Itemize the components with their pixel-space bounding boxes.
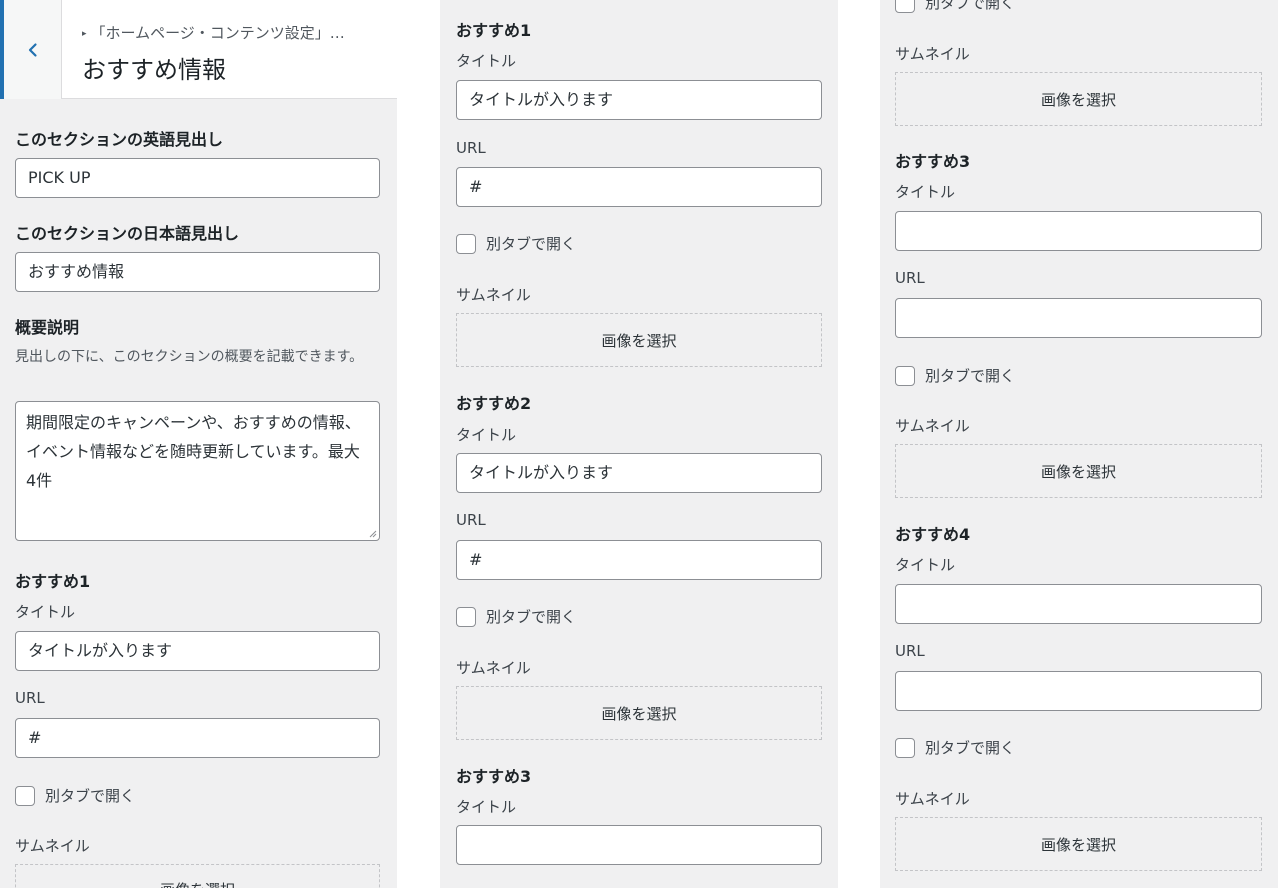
en-heading-label: このセクションの英語見出し	[15, 130, 224, 149]
item3-select-image-button[interactable]: 画像を選択	[895, 444, 1262, 498]
item4-url-label: URL	[895, 642, 925, 660]
en-heading-input[interactable]: PICK UP	[15, 158, 380, 198]
item1-url-input[interactable]: #	[456, 167, 822, 207]
item1-url-label: URL	[456, 139, 486, 157]
item1-select-image-button[interactable]: 画像を選択	[15, 864, 380, 888]
item2-thumbnail-label: サムネイル	[895, 45, 970, 63]
item4-select-image-button[interactable]: 画像を選択	[895, 817, 1262, 871]
item1-title-input[interactable]: タイトルが入ります	[456, 80, 822, 120]
back-button[interactable]	[0, 0, 62, 99]
item3-title-label: タイトル	[456, 798, 517, 816]
item3-url-label: URL	[895, 269, 925, 287]
section-header: ▸ 「ホームページ・コンテンツ設定」… おすすめ情報	[0, 0, 397, 99]
summary-textarea[interactable]: 期間限定のキャンペーンや、おすすめの情報、イベント情報などを随時更新しています。…	[15, 401, 380, 541]
item2-select-image-button[interactable]: 画像を選択	[456, 686, 822, 740]
item2-select-image-button[interactable]: 画像を選択	[895, 72, 1262, 126]
item2-new-tab-row[interactable]: 別タブで開く	[456, 606, 576, 627]
item2-new-tab-label: 別タブで開く	[925, 0, 1016, 12]
chevron-left-icon	[28, 42, 37, 57]
item1-new-tab-row[interactable]: 別タブで開く	[456, 233, 576, 254]
item4-title-label: タイトル	[895, 556, 956, 574]
item3-title-input[interactable]	[456, 825, 822, 865]
item1-new-tab-checkbox[interactable]	[456, 233, 476, 254]
item1-url-input[interactable]: #	[15, 718, 380, 758]
item2-thumbnail-label: サムネイル	[456, 659, 531, 677]
section-title: おすすめ情報	[82, 56, 226, 84]
item1-url-label: URL	[15, 689, 45, 707]
item2-url-label: URL	[456, 511, 486, 529]
item1-title-label: タイトル	[456, 52, 517, 70]
item2-title-input[interactable]: タイトルが入ります	[456, 453, 822, 493]
item2-new-tab-checkbox[interactable]	[895, 0, 915, 13]
item1-thumbnail-label: サムネイル	[456, 286, 531, 304]
item2-title-label: タイトル	[456, 426, 517, 444]
summary-help-text: 見出しの下に、このセクションの概要を記載できます。	[15, 349, 364, 365]
triangle-right-icon: ▸	[82, 29, 87, 39]
item3-heading: おすすめ3	[456, 767, 532, 786]
item1-new-tab-label: 別タブで開く	[486, 235, 577, 253]
summary-textarea-value: 期間限定のキャンペーンや、おすすめの情報、イベント情報などを随時更新しています。…	[26, 413, 361, 490]
item2-url-input[interactable]: #	[456, 540, 822, 580]
item3-title-input[interactable]	[895, 211, 1262, 251]
summary-label: 概要説明	[15, 318, 80, 337]
item3-url-input[interactable]	[895, 298, 1262, 338]
item2-new-tab-row[interactable]: 別タブで開く	[895, 0, 1015, 13]
item3-new-tab-row[interactable]: 別タブで開く	[895, 365, 1015, 386]
item4-thumbnail-label: サムネイル	[895, 790, 970, 808]
item4-url-input[interactable]	[895, 671, 1262, 711]
breadcrumb-text: 「ホームページ・コンテンツ設定」…	[90, 24, 345, 42]
item3-heading: おすすめ3	[895, 152, 971, 171]
customizer-panel-right: 別タブで開く サムネイル 画像を選択 おすすめ3 タイトル URL 別タブで開く…	[880, 0, 1278, 888]
item1-title-label: タイトル	[15, 603, 76, 621]
item3-thumbnail-label: サムネイル	[895, 417, 970, 435]
breadcrumb: ▸ 「ホームページ・コンテンツ設定」…	[82, 22, 345, 43]
item3-new-tab-label: 別タブで開く	[925, 367, 1016, 385]
customizer-panel-middle: おすすめ1 タイトル タイトルが入ります URL # 別タブで開く サムネイル …	[440, 0, 838, 888]
item1-new-tab-row[interactable]: 別タブで開く	[15, 785, 135, 806]
item1-heading: おすすめ1	[15, 572, 91, 591]
ja-heading-input[interactable]: おすすめ情報	[15, 252, 380, 292]
item4-title-input[interactable]	[895, 584, 1262, 624]
item2-heading: おすすめ2	[456, 394, 532, 413]
item1-heading: おすすめ1	[456, 21, 532, 40]
item2-new-tab-label: 別タブで開く	[486, 608, 577, 626]
item1-thumbnail-label: サムネイル	[15, 837, 90, 855]
item4-new-tab-row[interactable]: 別タブで開く	[895, 737, 1015, 758]
item4-heading: おすすめ4	[895, 525, 971, 544]
item4-new-tab-label: 別タブで開く	[925, 739, 1016, 757]
item1-title-input[interactable]: タイトルが入ります	[15, 631, 380, 671]
resize-grip-icon[interactable]	[369, 530, 377, 538]
item3-title-label: タイトル	[895, 183, 956, 201]
item4-new-tab-checkbox[interactable]	[895, 737, 915, 758]
item1-new-tab-checkbox[interactable]	[15, 785, 35, 806]
ja-heading-label: このセクションの日本語見出し	[15, 224, 240, 243]
customizer-panel-left: ▸ 「ホームページ・コンテンツ設定」… おすすめ情報 このセクションの英語見出し …	[0, 0, 397, 888]
item3-new-tab-checkbox[interactable]	[895, 365, 915, 386]
item1-new-tab-label: 別タブで開く	[45, 787, 136, 805]
item2-new-tab-checkbox[interactable]	[456, 606, 476, 627]
item1-select-image-button[interactable]: 画像を選択	[456, 313, 822, 367]
